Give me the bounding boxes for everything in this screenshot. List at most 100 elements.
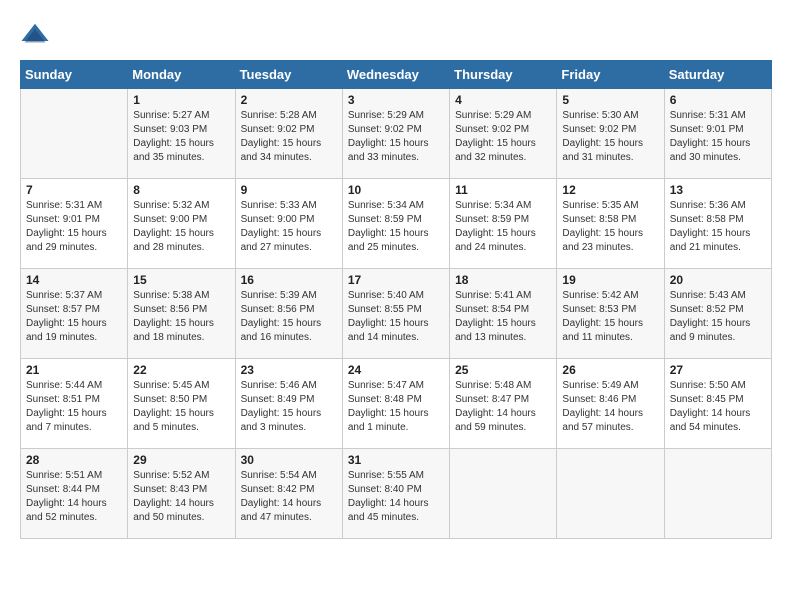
cell-content: Sunrise: 5:27 AM Sunset: 9:03 PM Dayligh… (133, 109, 229, 165)
day-number: 16 (241, 273, 337, 287)
logo-icon (20, 20, 50, 50)
cell-content: Sunrise: 5:30 AM Sunset: 9:02 PM Dayligh… (562, 109, 658, 165)
day-number: 20 (670, 273, 766, 287)
day-number: 5 (562, 93, 658, 107)
day-number: 4 (455, 93, 551, 107)
calendar-cell: 13Sunrise: 5:36 AM Sunset: 8:58 PM Dayli… (664, 179, 771, 269)
day-number: 15 (133, 273, 229, 287)
calendar-cell: 15 Sunrise: 5:38 AM Sunset: 8:56 PM Dayli… (128, 269, 235, 359)
page-header (20, 20, 772, 50)
day-number: 19 (562, 273, 658, 287)
day-number: 3 (348, 93, 444, 107)
calendar-cell (557, 449, 664, 539)
cell-content: Sunrise: 5:31 AM Sunset: 9:01 PM Dayligh… (26, 199, 122, 255)
day-number: 18 (455, 273, 551, 287)
header-cell-tuesday: Tuesday (235, 61, 342, 89)
cell-content: Sunrise: 5:32 AM Sunset: 9:00 PM Dayligh… (133, 199, 229, 255)
cell-content: Sunrise: 5:46 AM Sunset: 8:49 PM Dayligh… (241, 379, 337, 435)
cell-content: Sunrise: 5:50 AM Sunset: 8:45 PM Dayligh… (670, 379, 766, 435)
day-number: 30 (241, 453, 337, 467)
day-number: 27 (670, 363, 766, 377)
day-number: 22 (133, 363, 229, 377)
calendar-cell: 12 Sunrise: 5:35 AM Sunset: 8:58 PM Dayli… (557, 179, 664, 269)
calendar-cell: 3 Sunrise: 5:29 AM Sunset: 9:02 PM Daylig… (342, 89, 449, 179)
cell-content: Sunrise: 5:35 AM Sunset: 8:58 PM Dayligh… (562, 199, 658, 255)
day-number: 31 (348, 453, 444, 467)
calendar-cell: 31 Sunrise: 5:55 AM Sunset: 8:40 PM Dayli… (342, 449, 449, 539)
calendar-cell: 2 Sunrise: 5:28 AM Sunset: 9:02 PM Daylig… (235, 89, 342, 179)
calendar-cell: 26 Sunrise: 5:49 AM Sunset: 8:46 PM Dayli… (557, 359, 664, 449)
calendar-cell: 8Sunrise: 5:32 AM Sunset: 9:00 PM Daylig… (128, 179, 235, 269)
cell-content: Sunrise: 5:29 AM Sunset: 9:02 PM Dayligh… (348, 109, 444, 165)
calendar-cell: 14 Sunrise: 5:37 AM Sunset: 8:57 PM Dayli… (21, 269, 128, 359)
calendar-cell (21, 89, 128, 179)
logo (20, 20, 54, 50)
day-number: 6 (670, 93, 766, 107)
day-number: 29 (133, 453, 229, 467)
cell-content: Sunrise: 5:43 AM Sunset: 8:52 PM Dayligh… (670, 289, 766, 345)
calendar-cell: 27 Sunrise: 5:50 AM Sunset: 8:45 PM Dayli… (664, 359, 771, 449)
calendar-cell: 9Sunrise: 5:33 AM Sunset: 9:00 PM Daylig… (235, 179, 342, 269)
header-cell-sunday: Sunday (21, 61, 128, 89)
header-cell-monday: Monday (128, 61, 235, 89)
cell-content: Sunrise: 5:28 AM Sunset: 9:02 PM Dayligh… (241, 109, 337, 165)
calendar-cell: 29 Sunrise: 5:52 AM Sunset: 8:43 PM Dayli… (128, 449, 235, 539)
day-number: 17 (348, 273, 444, 287)
cell-content: Sunrise: 5:40 AM Sunset: 8:55 PM Dayligh… (348, 289, 444, 345)
week-row-4: 21Sunrise: 5:44 AM Sunset: 8:51 PM Dayli… (21, 359, 772, 449)
day-number: 7 (26, 183, 122, 197)
day-number: 14 (26, 273, 122, 287)
header-cell-friday: Friday (557, 61, 664, 89)
calendar-cell: 24 Sunrise: 5:47 AM Sunset: 8:48 PM Dayli… (342, 359, 449, 449)
cell-content: Sunrise: 5:49 AM Sunset: 8:46 PM Dayligh… (562, 379, 658, 435)
cell-content: Sunrise: 5:51 AM Sunset: 8:44 PM Dayligh… (26, 469, 122, 525)
calendar-table: SundayMondayTuesdayWednesdayThursdayFrid… (20, 60, 772, 539)
day-number: 12 (562, 183, 658, 197)
calendar-cell: 17 Sunrise: 5:40 AM Sunset: 8:55 PM Dayli… (342, 269, 449, 359)
header-row: SundayMondayTuesdayWednesdayThursdayFrid… (21, 61, 772, 89)
cell-content: Sunrise: 5:38 AM Sunset: 8:56 PM Dayligh… (133, 289, 229, 345)
calendar-cell: 16 Sunrise: 5:39 AM Sunset: 8:56 PM Dayli… (235, 269, 342, 359)
calendar-cell: 5 Sunrise: 5:30 AM Sunset: 9:02 PM Daylig… (557, 89, 664, 179)
day-number: 13 (670, 183, 766, 197)
header-cell-saturday: Saturday (664, 61, 771, 89)
day-number: 28 (26, 453, 122, 467)
calendar-cell: 28 Sunrise: 5:51 AM Sunset: 8:44 PM Dayli… (21, 449, 128, 539)
cell-content: Sunrise: 5:47 AM Sunset: 8:48 PM Dayligh… (348, 379, 444, 435)
header-cell-wednesday: Wednesday (342, 61, 449, 89)
day-number: 24 (348, 363, 444, 377)
day-number: 2 (241, 93, 337, 107)
calendar-header: SundayMondayTuesdayWednesdayThursdayFrid… (21, 61, 772, 89)
week-row-3: 14 Sunrise: 5:37 AM Sunset: 8:57 PM Dayli… (21, 269, 772, 359)
cell-content: Sunrise: 5:45 AM Sunset: 8:50 PM Dayligh… (133, 379, 229, 435)
cell-content: Sunrise: 5:33 AM Sunset: 9:00 PM Dayligh… (241, 199, 337, 255)
calendar-body: 1 Sunrise: 5:27 AM Sunset: 9:03 PM Daylig… (21, 89, 772, 539)
calendar-cell: 6 Sunrise: 5:31 AM Sunset: 9:01 PM Daylig… (664, 89, 771, 179)
header-cell-thursday: Thursday (450, 61, 557, 89)
cell-content: Sunrise: 5:39 AM Sunset: 8:56 PM Dayligh… (241, 289, 337, 345)
cell-content: Sunrise: 5:29 AM Sunset: 9:02 PM Dayligh… (455, 109, 551, 165)
calendar-cell: 11Sunrise: 5:34 AM Sunset: 8:59 PM Dayli… (450, 179, 557, 269)
day-number: 25 (455, 363, 551, 377)
calendar-cell: 4 Sunrise: 5:29 AM Sunset: 9:02 PM Daylig… (450, 89, 557, 179)
calendar-cell: 30 Sunrise: 5:54 AM Sunset: 8:42 PM Dayli… (235, 449, 342, 539)
calendar-cell: 20 Sunrise: 5:43 AM Sunset: 8:52 PM Dayli… (664, 269, 771, 359)
cell-content: Sunrise: 5:52 AM Sunset: 8:43 PM Dayligh… (133, 469, 229, 525)
day-number: 23 (241, 363, 337, 377)
cell-content: Sunrise: 5:44 AM Sunset: 8:51 PM Dayligh… (26, 379, 122, 435)
calendar-cell: 19Sunrise: 5:42 AM Sunset: 8:53 PM Dayli… (557, 269, 664, 359)
calendar-cell: 1 Sunrise: 5:27 AM Sunset: 9:03 PM Daylig… (128, 89, 235, 179)
cell-content: Sunrise: 5:31 AM Sunset: 9:01 PM Dayligh… (670, 109, 766, 165)
day-number: 1 (133, 93, 229, 107)
calendar-cell: 7 Sunrise: 5:31 AM Sunset: 9:01 PM Daylig… (21, 179, 128, 269)
cell-content: Sunrise: 5:34 AM Sunset: 8:59 PM Dayligh… (348, 199, 444, 255)
day-number: 26 (562, 363, 658, 377)
week-row-1: 1 Sunrise: 5:27 AM Sunset: 9:03 PM Daylig… (21, 89, 772, 179)
calendar-cell: 25Sunrise: 5:48 AM Sunset: 8:47 PM Dayli… (450, 359, 557, 449)
cell-content: Sunrise: 5:54 AM Sunset: 8:42 PM Dayligh… (241, 469, 337, 525)
calendar-cell: 10Sunrise: 5:34 AM Sunset: 8:59 PM Dayli… (342, 179, 449, 269)
cell-content: Sunrise: 5:34 AM Sunset: 8:59 PM Dayligh… (455, 199, 551, 255)
cell-content: Sunrise: 5:55 AM Sunset: 8:40 PM Dayligh… (348, 469, 444, 525)
week-row-5: 28 Sunrise: 5:51 AM Sunset: 8:44 PM Dayli… (21, 449, 772, 539)
cell-content: Sunrise: 5:37 AM Sunset: 8:57 PM Dayligh… (26, 289, 122, 345)
